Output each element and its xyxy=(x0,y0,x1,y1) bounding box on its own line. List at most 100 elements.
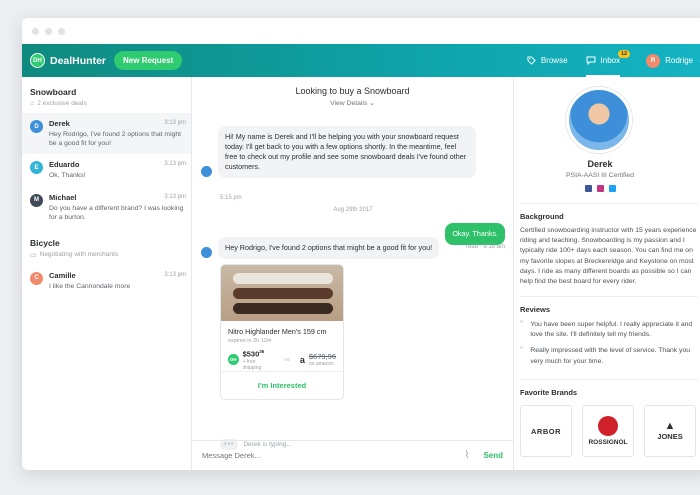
conversation-item-derek[interactable]: D Derek Hey Rodrigo, I've found 2 option… xyxy=(22,113,191,155)
nav-right: Browse Inbox 12 R Rodrige ⌄ xyxy=(527,44,700,77)
conversation-time: 3:13 pm xyxy=(164,161,186,168)
group-title: Bicycle xyxy=(30,237,60,248)
facebook-icon[interactable] xyxy=(584,185,592,192)
inbox-count-badge: 12 xyxy=(617,50,631,58)
conversation-preview: Do you have a different brand? I was loo… xyxy=(49,204,184,221)
window-minimize-dot[interactable] xyxy=(45,27,52,35)
amazon-logo-icon: a xyxy=(299,354,305,365)
review-item: “ Really impressed with the level of ser… xyxy=(520,346,698,366)
chevron-down-icon: ⌄ xyxy=(369,100,375,107)
chat-bubble-icon: ▭ xyxy=(30,251,37,259)
instagram-icon[interactable] xyxy=(596,185,604,192)
nav-browse[interactable]: Browse xyxy=(527,44,568,77)
message-derek-intro: Hi! My name is Derek and I'll be helping… xyxy=(200,126,482,179)
tag-icon: ⌂ xyxy=(30,100,35,107)
top-navigation-bar: DH DealHunter New Request Browse Inbox 1… xyxy=(22,44,700,77)
message-read-status: read · 9:18 am xyxy=(465,244,505,250)
brand-name: ROSSIGNOL xyxy=(588,439,628,446)
message-time: 5:15 pm xyxy=(220,195,242,201)
profile-panel: Derek PSIA-AASI III Certified Background… xyxy=(514,77,700,470)
conversation-item-michael[interactable]: M Michael Do you have a different brand?… xyxy=(22,187,191,228)
group-snowboard: Snowboard ⌂ 2 exclusive deals D Derek He… xyxy=(22,87,191,228)
avatar: D xyxy=(30,120,43,133)
nav-browse-label: Browse xyxy=(540,56,568,65)
interested-button[interactable]: I'm Interested xyxy=(221,371,343,399)
mountain-icon: ▲ xyxy=(664,420,676,432)
conversation-preview: I like the Cannondale more xyxy=(49,282,131,290)
review-text: You have been super helpful. I really ap… xyxy=(530,321,693,339)
conversation-time: 3:13 pm xyxy=(164,271,186,278)
quote-icon: “ xyxy=(520,319,524,330)
conversation-preview: Ok, Thanks! xyxy=(49,172,86,180)
background-section: Background Certified snowboarding instru… xyxy=(520,203,698,287)
new-request-button[interactable]: New Request xyxy=(114,51,183,70)
window-maximize-dot[interactable] xyxy=(58,27,65,35)
avatar: M xyxy=(30,193,43,207)
profile-name: Derek xyxy=(587,159,613,169)
conversation-item-camille[interactable]: C Camille I like the Cannondale more 3:1… xyxy=(22,265,191,297)
shipping-note: + free shipping xyxy=(242,358,262,371)
group-subtitle: ⌂ 2 exclusive deals xyxy=(22,97,191,107)
conversation-time: 3:13 pm xyxy=(164,120,186,126)
message-user-reply: Okay. Thanks. xyxy=(445,223,505,246)
group-subtitle: ▭ Negotiating with merchants xyxy=(22,248,191,259)
brand-name: JONES xyxy=(657,432,683,441)
brand-jones[interactable]: ▲ JONES xyxy=(644,405,696,457)
avatar: E xyxy=(30,161,43,175)
nav-inbox[interactable]: Inbox 12 xyxy=(585,44,631,77)
twitter-icon[interactable] xyxy=(608,185,616,192)
reviews-section: Reviews “ You have been super helpful. I… xyxy=(520,296,698,367)
window-chrome xyxy=(22,18,700,44)
user-name: Rodrige xyxy=(665,56,694,65)
product-expiry: expires in 2h 12m xyxy=(228,338,272,344)
group-title: Snowboard xyxy=(30,87,77,97)
snowboard-graphic xyxy=(233,273,333,284)
message-input[interactable] xyxy=(202,451,465,460)
section-title: Reviews xyxy=(520,305,551,314)
app-name: DealHunter xyxy=(50,54,107,67)
review-item: “ You have been super helpful. I really … xyxy=(520,319,698,340)
conversation-preview: Hey Rodrigo, I've found 2 options that m… xyxy=(49,131,182,148)
group-bicycle: Bicycle ▭ Negotiating with merchants C C… xyxy=(22,238,191,297)
conversation-item-eduardo[interactable]: E Eduardo Ok, Thanks! 3:13 pm xyxy=(22,154,191,186)
message-composer: ⌇ Send xyxy=(192,440,513,470)
nav-inbox-label: Inbox xyxy=(600,56,621,65)
window-close-dot[interactable] xyxy=(32,27,39,35)
snowboard-graphic xyxy=(233,303,333,314)
avatar: C xyxy=(30,271,43,285)
user-menu[interactable]: R Rodrige ⌄ xyxy=(646,44,700,77)
section-title: Favorite Brands xyxy=(520,388,578,397)
message-bubble: Hi! My name is Derek and I'll be helping… xyxy=(218,126,476,179)
section-title: Background xyxy=(520,212,564,221)
product-card[interactable]: Nitro Highlander Men's 159 cm expires in… xyxy=(220,264,344,400)
user-avatar: R xyxy=(646,53,661,68)
brand-arbor[interactable]: ARBOR xyxy=(520,405,572,457)
snowboard-graphic xyxy=(233,288,333,299)
chat-panel: Looking to buy a Snowboard View Details … xyxy=(192,77,514,470)
conversation-sidebar: Snowboard ⌂ 2 exclusive deals D Derek He… xyxy=(22,77,192,470)
amazon-label: on amazon xyxy=(308,361,334,368)
vs-label: vs xyxy=(284,356,290,363)
social-links xyxy=(514,185,686,192)
app-logo[interactable]: DH DealHunter xyxy=(30,53,106,68)
group-subtitle-text: Negotiating with merchants xyxy=(39,251,119,259)
send-button[interactable]: Send xyxy=(483,451,503,460)
date-divider: Aug 29th 2017 xyxy=(333,207,373,213)
details-link[interactable]: Details xyxy=(347,100,368,107)
brand-rossignol[interactable]: ROSSIGNOL xyxy=(582,405,634,457)
app-window: DH DealHunter New Request Browse Inbox 1… xyxy=(22,18,700,470)
deal-price: $53036 xyxy=(242,349,265,359)
group-subtitle-text: 2 exclusive deals xyxy=(37,100,87,107)
chat-title: Looking to buy a Snowboard xyxy=(295,86,410,96)
review-text: Really impressed with the level of servi… xyxy=(530,347,691,365)
profile-certification: PSIA-AASI III Certified xyxy=(566,172,634,179)
rossignol-logo-icon xyxy=(598,416,618,436)
quote-icon: “ xyxy=(520,345,524,357)
view-label: View xyxy=(330,100,345,107)
conversation-time: 3:13 pm xyxy=(164,193,186,200)
chat-bubble-icon xyxy=(586,56,596,65)
message-derek-options: Hey Rodrigo, I've found 2 options that m… xyxy=(200,237,440,260)
product-title: Nitro Highlander Men's 159 cm xyxy=(228,327,327,336)
dealhunter-logo-icon: DH xyxy=(228,354,239,366)
paperclip-icon[interactable]: ⌇ xyxy=(465,450,470,461)
